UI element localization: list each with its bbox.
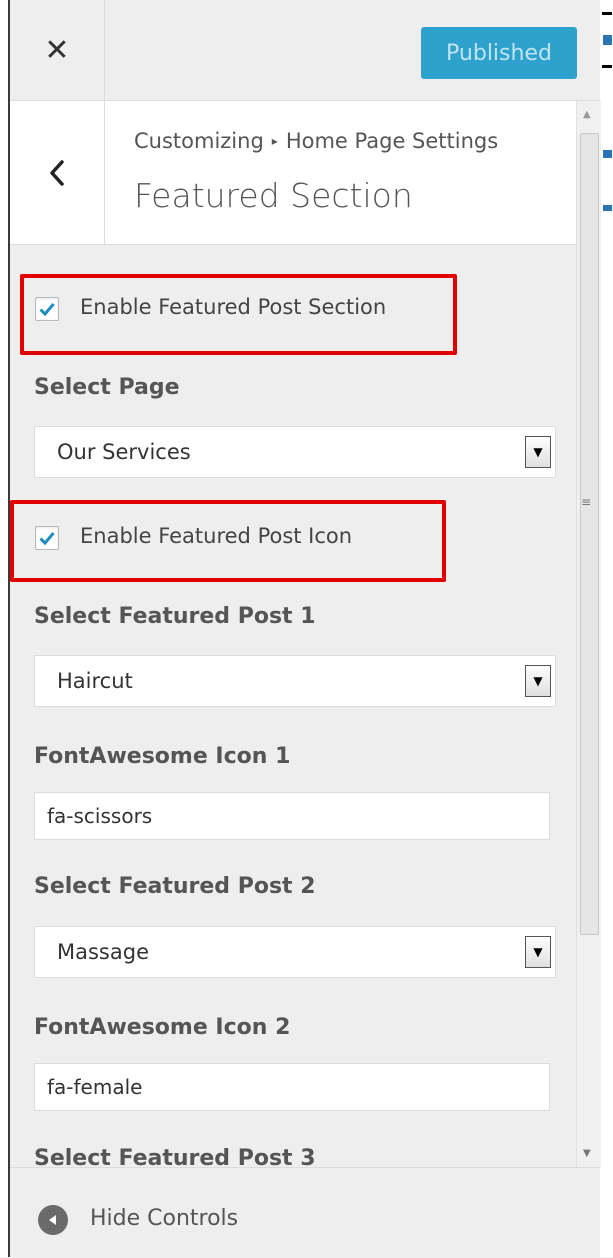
dropdown-arrow-icon: ▼ bbox=[525, 936, 551, 968]
select-post-2-value: Massage bbox=[57, 940, 149, 964]
breadcrumb-parent: Customizing bbox=[134, 129, 264, 153]
hide-controls-button[interactable] bbox=[38, 1205, 68, 1235]
breadcrumb-separator-icon: ▸ bbox=[271, 134, 278, 148]
preview-mark bbox=[603, 35, 612, 45]
checkmark-icon bbox=[39, 532, 55, 546]
enable-featured-icon-label: Enable Featured Post Icon bbox=[80, 524, 353, 548]
enable-featured-section-checkbox[interactable] bbox=[35, 297, 59, 321]
scrollbar-grip-icon: ≡ bbox=[581, 495, 592, 509]
fontawesome-icon-1-input[interactable] bbox=[34, 792, 550, 840]
fontawesome-icon-1-label: FontAwesome Icon 1 bbox=[34, 744, 291, 769]
select-page-dropdown[interactable]: Our Services ▼ bbox=[34, 426, 556, 478]
hide-controls-label[interactable]: Hide Controls bbox=[90, 1206, 238, 1231]
controls-scrollbar[interactable]: ▲ ≡ ▼ bbox=[576, 101, 601, 1167]
select-post-1-label: Select Featured Post 1 bbox=[34, 604, 316, 629]
customizer-footer: Hide Controls bbox=[10, 1167, 600, 1258]
breadcrumb: Customizing ▸ Home Page Settings bbox=[134, 129, 498, 153]
scroll-up-icon[interactable]: ▲ bbox=[583, 109, 591, 120]
section-title: Featured Section bbox=[134, 176, 413, 215]
preview-mark bbox=[602, 12, 612, 15]
enable-featured-icon-checkbox[interactable] bbox=[35, 526, 59, 550]
scroll-down-icon[interactable]: ▼ bbox=[583, 1148, 591, 1159]
preview-mark bbox=[603, 150, 612, 158]
select-post-1-dropdown[interactable]: Haircut ▼ bbox=[34, 655, 556, 707]
outer-left-edge bbox=[0, 0, 8, 1257]
chevron-left-icon bbox=[50, 159, 64, 186]
checkmark-icon bbox=[39, 303, 55, 317]
customizer-panel: ✕ Published Customizing ▸ Home Page Settin… bbox=[10, 0, 601, 1258]
close-button[interactable]: ✕ bbox=[10, 0, 105, 100]
enable-featured-section-label: Enable Featured Post Section bbox=[80, 295, 387, 319]
dropdown-arrow-icon: ▼ bbox=[525, 436, 551, 468]
preview-edge bbox=[600, 0, 613, 1257]
select-post-2-label: Select Featured Post 2 bbox=[34, 874, 316, 899]
close-icon: ✕ bbox=[44, 32, 70, 68]
select-page-label: Select Page bbox=[34, 375, 180, 400]
select-post-1-value: Haircut bbox=[57, 669, 133, 693]
fontawesome-icon-2-label: FontAwesome Icon 2 bbox=[34, 1015, 291, 1040]
section-title-block: Customizing ▸ Home Page Settings Featured … bbox=[10, 101, 576, 245]
back-button[interactable] bbox=[10, 101, 105, 244]
collapse-left-icon bbox=[49, 1215, 56, 1225]
publish-button[interactable]: Published bbox=[421, 27, 577, 79]
dropdown-arrow-icon: ▼ bbox=[525, 665, 551, 697]
breadcrumb-current: Home Page Settings bbox=[285, 129, 499, 153]
select-post-2-dropdown[interactable]: Massage ▼ bbox=[34, 926, 556, 978]
preview-mark bbox=[602, 65, 612, 68]
scrollbar-thumb[interactable] bbox=[580, 133, 599, 935]
controls-scroll-area: Customizing ▸ Home Page Settings Featured … bbox=[10, 101, 576, 1167]
customizer-header: ✕ Published bbox=[10, 0, 600, 101]
preview-mark bbox=[603, 205, 612, 211]
select-post-3-label: Select Featured Post 3 bbox=[34, 1146, 316, 1167]
select-page-value: Our Services bbox=[57, 440, 191, 464]
fontawesome-icon-2-input[interactable] bbox=[34, 1063, 550, 1111]
